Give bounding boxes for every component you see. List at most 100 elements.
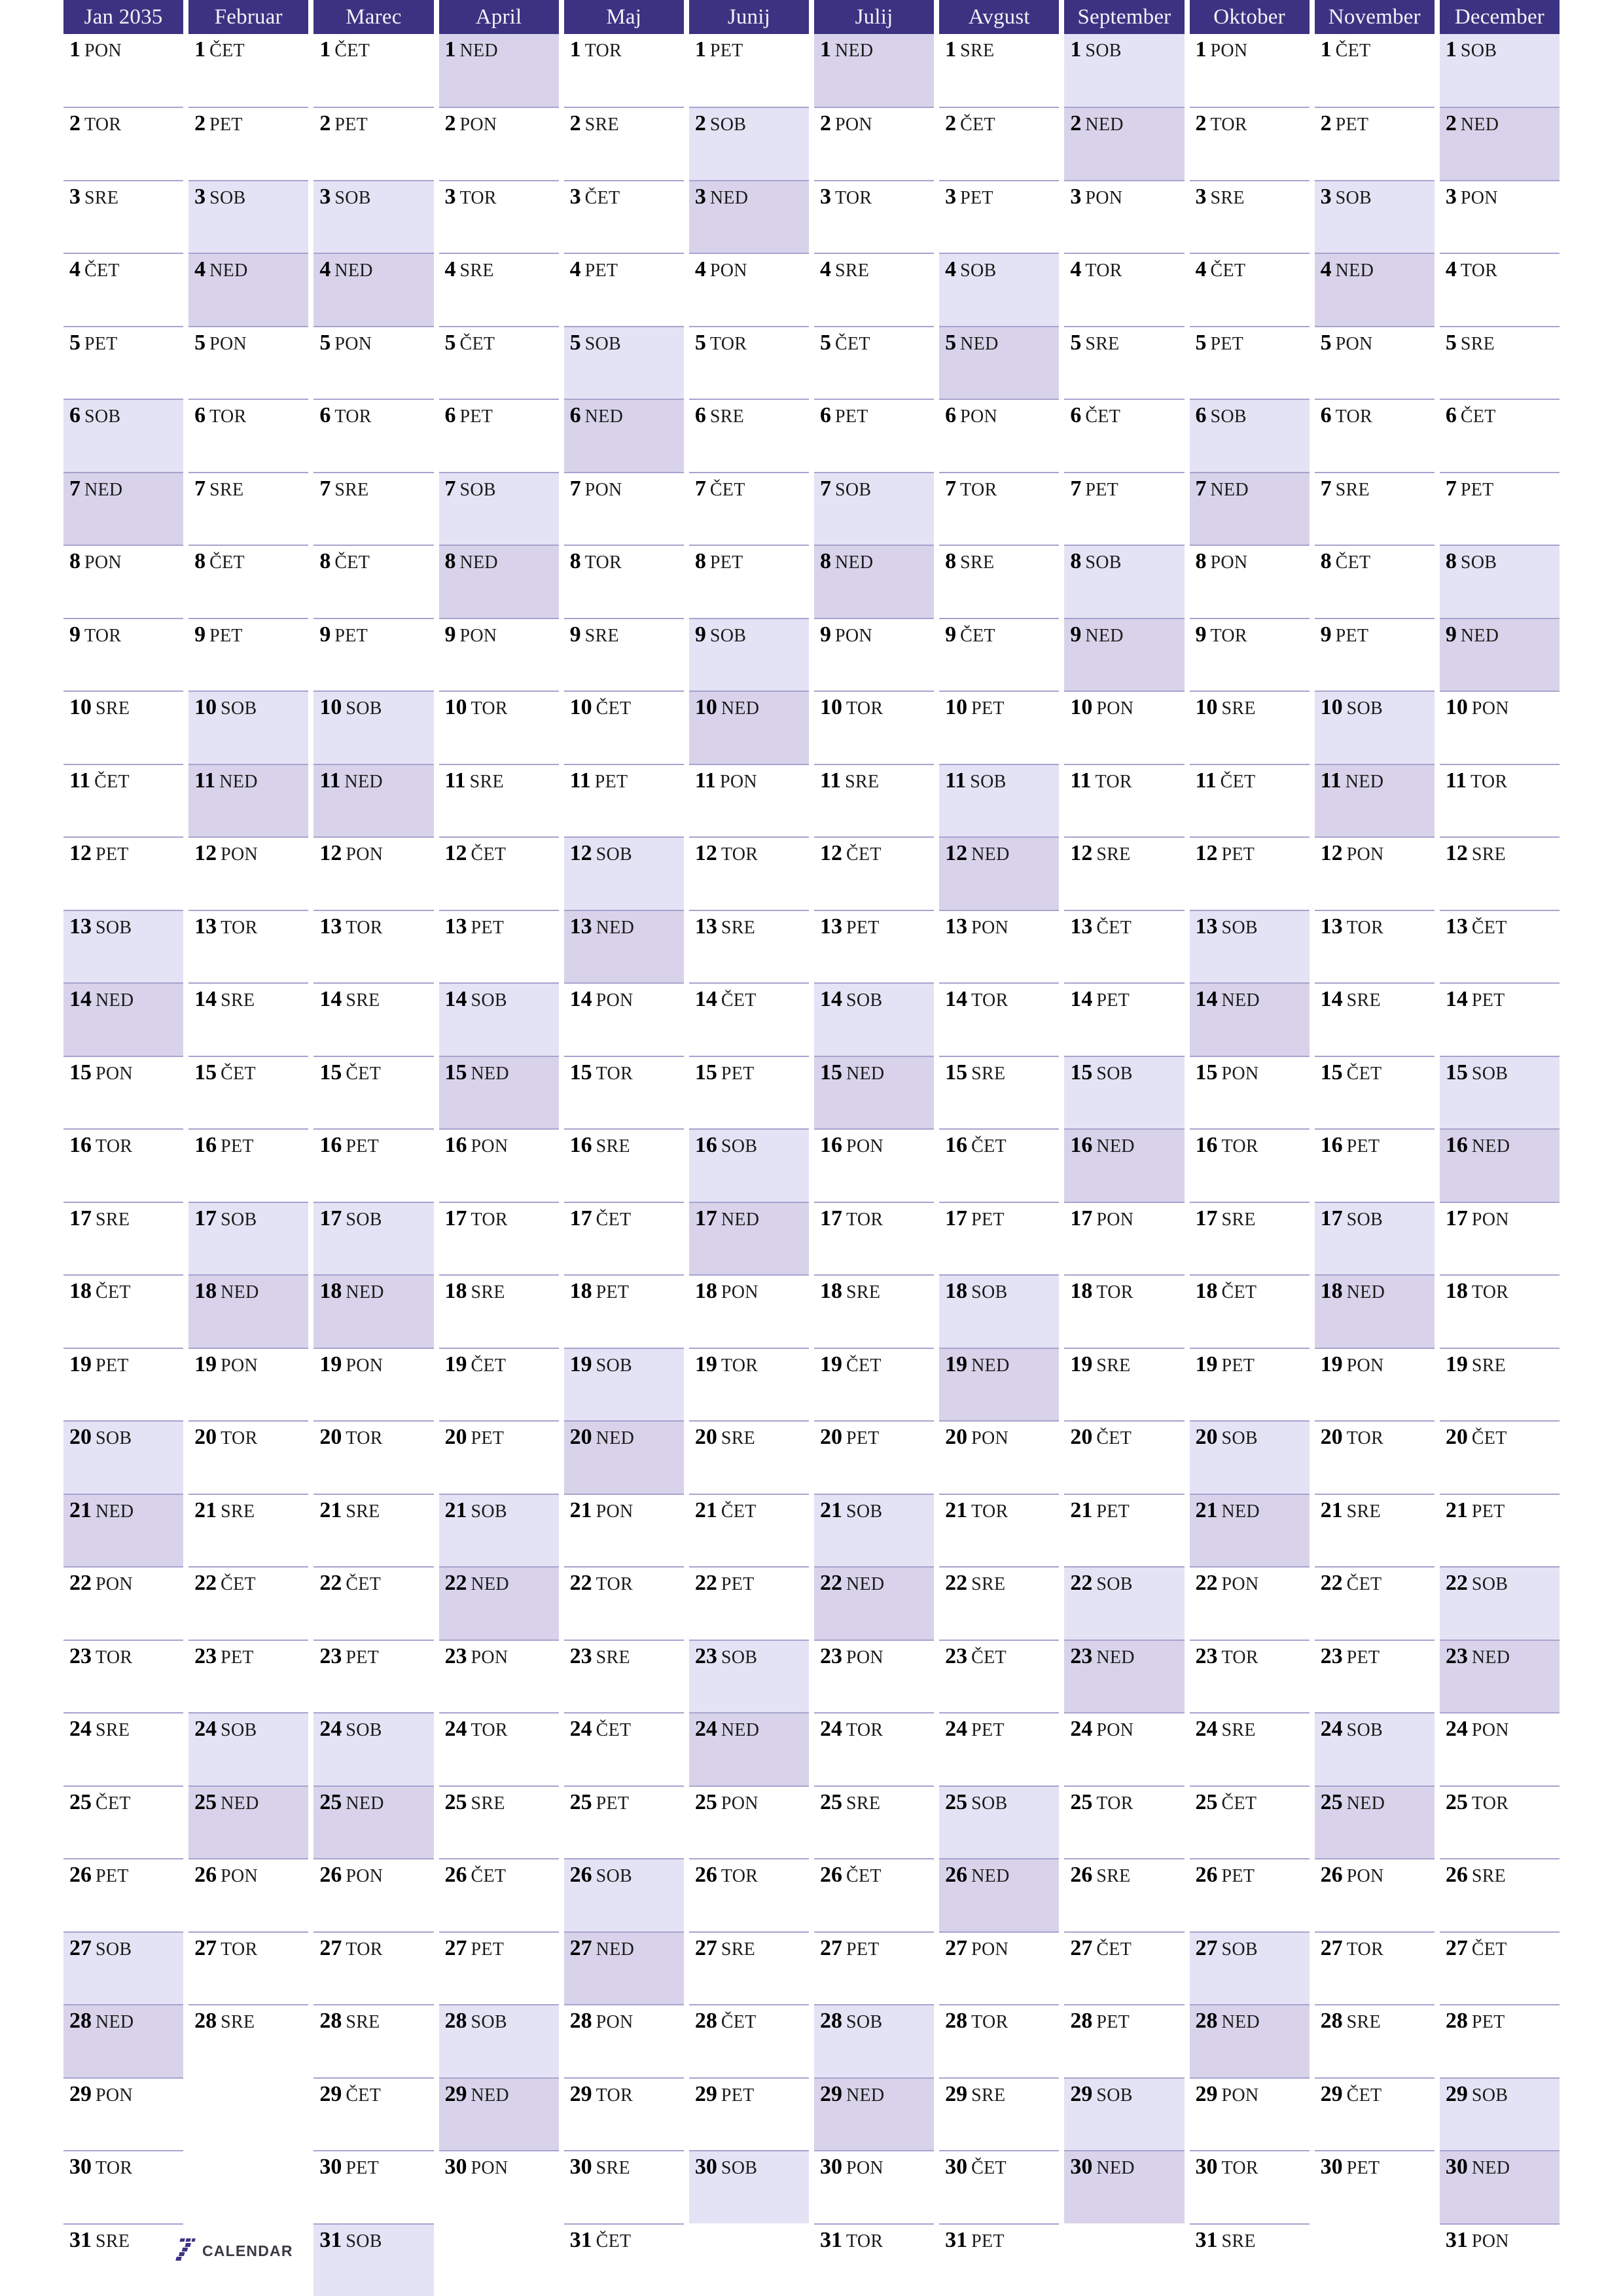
day-cell[interactable]: 6 SOB xyxy=(1189,399,1310,472)
day-cell[interactable]: 25 NED xyxy=(1314,1785,1435,1859)
day-cell[interactable]: 10 SRE xyxy=(63,691,184,764)
day-cell[interactable]: 18 ČET xyxy=(63,1274,184,1348)
day-cell[interactable]: 2 TOR xyxy=(1189,107,1310,180)
day-cell[interactable]: 11 NED xyxy=(313,763,434,837)
day-cell[interactable]: 18 TOR xyxy=(1064,1274,1185,1348)
day-cell[interactable]: 13 PET xyxy=(814,909,935,983)
day-cell[interactable]: 10 PON xyxy=(1064,691,1185,764)
day-cell[interactable]: 13 PON xyxy=(939,909,1060,983)
day-cell[interactable]: 28 SRE xyxy=(313,2004,434,2077)
day-cell[interactable]: 10 SOB xyxy=(188,691,309,764)
day-cell[interactable]: 10 TOR xyxy=(814,691,935,764)
day-cell[interactable]: 20 SRE xyxy=(688,1420,809,1494)
day-cell[interactable]: 11 NED xyxy=(188,763,309,837)
day-cell[interactable]: 12 PET xyxy=(1189,836,1310,910)
day-cell[interactable]: 9 PET xyxy=(1314,617,1435,691)
day-cell[interactable]: 4 SRE xyxy=(438,253,559,326)
day-cell[interactable]: 18 SRE xyxy=(814,1274,935,1348)
day-cell[interactable]: 19 TOR xyxy=(688,1347,809,1421)
day-cell[interactable]: 22 PON xyxy=(63,1566,184,1640)
day-cell[interactable]: 16 PET xyxy=(313,1128,434,1202)
day-cell[interactable]: 13 PET xyxy=(438,909,559,983)
day-cell[interactable]: 30 NED xyxy=(1064,2150,1185,2223)
day-cell[interactable]: 25 SRE xyxy=(814,1785,935,1859)
day-cell[interactable]: 23 TOR xyxy=(1189,1639,1310,1713)
day-cell[interactable]: 5 TOR xyxy=(688,325,809,399)
day-cell[interactable]: 5 PON xyxy=(188,325,309,399)
day-cell[interactable]: 23 ČET xyxy=(939,1639,1060,1713)
day-cell[interactable]: 2 PET xyxy=(313,107,434,180)
day-cell[interactable]: 13 TOR xyxy=(1314,909,1435,983)
day-cell[interactable]: 21 NED xyxy=(63,1493,184,1567)
day-cell[interactable]: 30 TOR xyxy=(1189,2150,1310,2223)
day-cell[interactable]: 15 TOR xyxy=(563,1055,684,1129)
day-cell[interactable]: 29 NED xyxy=(438,2077,559,2151)
day-cell[interactable]: 1 SOB xyxy=(1439,34,1560,107)
day-cell[interactable]: 2 NED xyxy=(1064,107,1185,180)
day-cell[interactable]: 19 PON xyxy=(188,1347,309,1421)
day-cell[interactable]: 11 SRE xyxy=(438,763,559,837)
day-cell[interactable]: 26 PON xyxy=(313,1858,434,1931)
day-cell[interactable]: 4 NED xyxy=(188,253,309,326)
day-cell[interactable]: 4 TOR xyxy=(1064,253,1185,326)
day-cell[interactable]: 3 ČET xyxy=(563,179,684,253)
day-cell[interactable]: 18 TOR xyxy=(1439,1274,1560,1348)
day-cell[interactable]: 30 PET xyxy=(313,2150,434,2223)
day-cell[interactable]: 5 ČET xyxy=(814,325,935,399)
day-cell[interactable]: 25 ČET xyxy=(1189,1785,1310,1859)
day-cell[interactable]: 5 SOB xyxy=(563,325,684,399)
day-cell[interactable]: 29 ČET xyxy=(313,2077,434,2151)
day-cell[interactable]: 24 SRE xyxy=(63,1712,184,1785)
day-cell[interactable]: 12 SRE xyxy=(1439,836,1560,910)
day-cell[interactable]: 24 TOR xyxy=(438,1712,559,1785)
day-cell[interactable]: 19 ČET xyxy=(814,1347,935,1421)
day-cell[interactable]: 7 NED xyxy=(63,471,184,545)
day-cell[interactable]: 4 TOR xyxy=(1439,253,1560,326)
day-cell[interactable]: 6 PON xyxy=(939,399,1060,472)
day-cell[interactable]: 30 PON xyxy=(438,2150,559,2223)
day-cell[interactable]: 22 SOB xyxy=(1064,1566,1185,1640)
day-cell[interactable]: 4 ČET xyxy=(1189,253,1310,326)
day-cell[interactable]: 16 PET xyxy=(188,1128,309,1202)
day-cell[interactable]: 28 PET xyxy=(1064,2004,1185,2077)
day-cell[interactable]: 17 PET xyxy=(939,1201,1060,1275)
day-cell[interactable]: 5 PON xyxy=(313,325,434,399)
day-cell[interactable]: 17 SOB xyxy=(1314,1201,1435,1275)
day-cell[interactable]: 24 PET xyxy=(939,1712,1060,1785)
day-cell[interactable]: 4 SRE xyxy=(814,253,935,326)
day-cell[interactable]: 7 SRE xyxy=(1314,471,1435,545)
day-cell[interactable]: 6 SRE xyxy=(688,399,809,472)
day-cell[interactable]: 25 TOR xyxy=(1064,1785,1185,1859)
day-cell[interactable]: 19 PON xyxy=(1314,1347,1435,1421)
day-cell[interactable]: 9 PON xyxy=(438,617,559,691)
day-cell[interactable]: 14 NED xyxy=(1189,982,1310,1056)
day-cell[interactable]: 5 PET xyxy=(63,325,184,399)
day-cell[interactable]: 21 PET xyxy=(1064,1493,1185,1567)
day-cell[interactable]: 14 PET xyxy=(1064,982,1185,1056)
day-cell[interactable]: 8 ČET xyxy=(188,545,309,618)
day-cell[interactable]: 25 PET xyxy=(563,1785,684,1859)
day-cell[interactable]: 6 PET xyxy=(814,399,935,472)
day-cell[interactable]: 31 PET xyxy=(939,2223,1060,2296)
day-cell[interactable]: 8 SRE xyxy=(939,545,1060,618)
day-cell[interactable]: 20 ČET xyxy=(1064,1420,1185,1494)
day-cell[interactable]: 18 NED xyxy=(188,1274,309,1348)
day-cell[interactable]: 8 PET xyxy=(688,545,809,618)
day-cell[interactable]: 15 PON xyxy=(1189,1055,1310,1129)
day-cell[interactable]: 5 PON xyxy=(1314,325,1435,399)
day-cell[interactable]: 30 NED xyxy=(1439,2150,1560,2223)
day-cell[interactable]: 10 NED xyxy=(688,691,809,764)
day-cell[interactable]: 13 ČET xyxy=(1064,909,1185,983)
day-cell[interactable]: 1 ČET xyxy=(188,34,309,107)
day-cell[interactable]: 26 SRE xyxy=(1439,1858,1560,1931)
day-cell[interactable]: 2 TOR xyxy=(63,107,184,180)
day-cell[interactable]: 9 PET xyxy=(313,617,434,691)
day-cell[interactable]: 1 ČET xyxy=(313,34,434,107)
day-cell[interactable]: 21 SOB xyxy=(814,1493,935,1567)
day-cell[interactable]: 15 NED xyxy=(438,1055,559,1129)
day-cell[interactable]: 18 PET xyxy=(563,1274,684,1348)
day-cell[interactable]: 14 SRE xyxy=(188,982,309,1056)
day-cell[interactable]: 12 ČET xyxy=(814,836,935,910)
day-cell[interactable]: 18 SOB xyxy=(939,1274,1060,1348)
day-cell[interactable]: 15 SOB xyxy=(1064,1055,1185,1129)
